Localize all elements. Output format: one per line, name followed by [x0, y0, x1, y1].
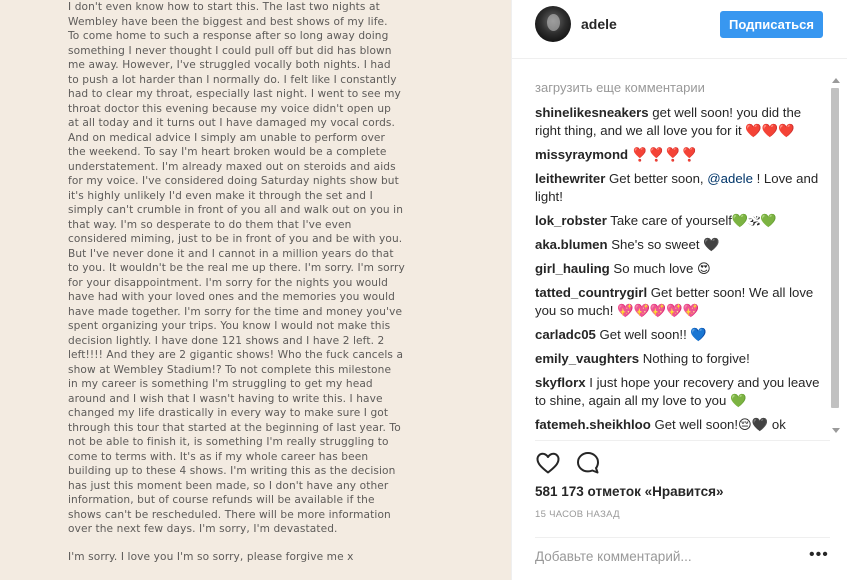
scroll-thumb[interactable] [831, 88, 839, 408]
statement-line: have made together. I'm sorry for the ti… [68, 305, 403, 318]
comment-text: Take care of yourself💚🕉💚 [606, 213, 777, 228]
comment-text: Get well soon!! 💙 [595, 327, 707, 342]
statement-text: I don't even know how to start this. The… [68, 0, 440, 564]
statement-line: left!!!! And they are 2 gigantic shows! … [68, 349, 404, 361]
comment-username-link[interactable]: emily_vaughters [535, 351, 639, 366]
statement-line: But I've never done it and I cannot in a… [68, 247, 394, 260]
statement-line: to push a lot harder than I normally do.… [68, 73, 397, 86]
statement-line: I don't even know how to start this. The… [68, 1, 380, 13]
statement-line: through this tour that started at the be… [68, 421, 401, 434]
statement-line: considered miming, just to be in front o… [68, 233, 403, 245]
statement-line: spent organizing your trips. You know I … [68, 320, 391, 332]
divider [535, 440, 830, 441]
statement-line: decision lightly. I have done 121 shows … [68, 334, 385, 347]
statement-line: for your disappointment. I'm sorry for t… [68, 276, 388, 289]
comments-scrollbar[interactable] [830, 72, 842, 437]
username-link[interactable]: adele [581, 16, 617, 32]
comment-text: ❣️❣️❣️❣️ [628, 147, 698, 162]
heart-outline-icon[interactable] [535, 450, 561, 476]
statement-line: in my career is something I'm struggling… [68, 378, 373, 390]
load-more-comments-link[interactable]: загрузить еще комментарии [535, 79, 822, 97]
side-panel: adele Подписаться загрузить еще коммента… [511, 0, 847, 580]
comment-username-link[interactable]: lok_robster [535, 213, 607, 228]
comment-item: girl_hauling So much love 😍 [535, 260, 822, 278]
comment-item: tatted_countrygirl Get better soon! We a… [535, 284, 822, 320]
comment-item: missyraymond ❣️❣️❣️❣️ [535, 146, 822, 164]
comment-username-link[interactable]: aka.blumen [535, 237, 608, 252]
comment-username-link[interactable]: shinelikesneakers [535, 105, 649, 120]
statement-line: not be able to finish it, is something I… [68, 436, 389, 448]
comment-username-link[interactable]: missyraymond [535, 147, 628, 162]
comment-username-link[interactable]: girl_hauling [535, 261, 610, 276]
statement-line: understatement. I'm already maxed out on… [68, 160, 396, 173]
scroll-up-arrow-icon[interactable] [832, 78, 840, 83]
comment-username-link[interactable]: leithewriter [535, 171, 605, 186]
comment-item: leithewriter Get better soon, @adele ! L… [535, 170, 822, 206]
comment-text: Get better soon, [605, 171, 708, 186]
statement-line: had to clear my throat, especially last … [68, 88, 401, 100]
statement-line: throat doctor this evening because my vo… [68, 102, 391, 115]
statement-line: the weekend. To say I'm heart broken wou… [68, 146, 387, 158]
comment-username-link[interactable]: carladc05 [535, 327, 596, 342]
comment-item: shinelikesneakers get well soon! you did… [535, 104, 822, 140]
statement-line: over the next few days. I'm sorry, I'm d… [68, 523, 338, 535]
comment-username-link[interactable]: fatemeh.sheikhloo [535, 417, 651, 432]
statement-line: me away. However, I've struggled vocally… [68, 59, 391, 71]
avatar[interactable] [535, 6, 571, 42]
divider [512, 58, 847, 59]
statement-line: have had with your loved ones and the me… [68, 291, 395, 303]
comment-item: lok_robster Take care of yourself💚🕉💚 [535, 212, 822, 230]
comment-text: She's so sweet 🖤 [607, 237, 720, 252]
statement-line: to you. It wouldn't be the real me up th… [68, 262, 405, 274]
comment-username-link[interactable]: tatted_countrygirl [535, 285, 647, 300]
statement-line: simply can't crumble in front of you all… [68, 204, 404, 216]
comment-text: Get well soon!😔🖤 ok [650, 417, 786, 432]
statement-line: show at Wembley Stadium!? To not complet… [68, 363, 392, 376]
speech-bubble-icon[interactable] [575, 450, 601, 476]
statement-line: And on medical advice I simply am unable… [68, 131, 386, 144]
comment-item: carladc05 Get well soon!! 💙 [535, 326, 822, 344]
post-image: I don't even know how to start this. The… [0, 0, 511, 580]
statement-line: that way. I'm so desperate to do them th… [68, 218, 352, 231]
scroll-down-arrow-icon[interactable] [832, 428, 840, 433]
statement-line: has just this moment been made, so I don… [68, 479, 389, 492]
statement-line: changed my life drastically in every way… [68, 407, 389, 419]
statement-line: To come home to such a response after so… [68, 30, 389, 42]
comment-item: aka.blumen She's so sweet 🖤 [535, 236, 822, 254]
statement-line: for my voice. I've considered doing Satu… [68, 175, 399, 187]
post-header: adele Подписаться [512, 0, 847, 50]
statement-line: building up to these 4 shows. I'm writin… [68, 465, 396, 477]
comments-list: загрузить еще комментарии shinelikesneak… [535, 70, 822, 438]
more-options-button[interactable]: ••• [809, 547, 831, 563]
post-timestamp[interactable]: 15 ЧАСОВ НАЗАД [535, 509, 620, 520]
comment-text: So much love 😍 [609, 261, 711, 276]
statement-line: shows can't be rescheduled. There will b… [68, 508, 391, 521]
statement-line: come to terms with. It's as if my whole … [68, 450, 369, 463]
statement-line: Wembley have been the biggest and best s… [68, 15, 388, 28]
statement-line: around and I wish that I wasn't having t… [68, 392, 383, 405]
comment-item: fatemeh.sheikhloo Get well soon!😔🖤 ok [535, 416, 822, 434]
comment-item: emily_vaughters Nothing to forgive! [535, 350, 822, 368]
comment-mention-link[interactable]: @adele [707, 171, 753, 186]
follow-button[interactable]: Подписаться [720, 11, 823, 38]
comment-item: skyflorx I just hope your recovery and y… [535, 374, 822, 410]
statement-line: it's highly unlikely I'd even make it th… [68, 189, 373, 202]
statement-body: I don't even know how to start this. The… [68, 0, 440, 537]
comment-username-link[interactable]: skyflorx [535, 375, 586, 390]
comment-text: Nothing to forgive! [639, 351, 750, 366]
comment-input[interactable] [535, 546, 785, 566]
statement-line: information, but of course refunds will … [68, 494, 375, 506]
statement-line: something I never thought I could pull o… [68, 44, 392, 57]
statement-line: at all today and it turns out I have dam… [68, 117, 395, 129]
statement-closing: I'm sorry. I love you I'm so sorry, plea… [68, 550, 354, 563]
divider [535, 537, 830, 538]
likes-count[interactable]: 581 173 отметок «Нравится» [535, 484, 724, 499]
